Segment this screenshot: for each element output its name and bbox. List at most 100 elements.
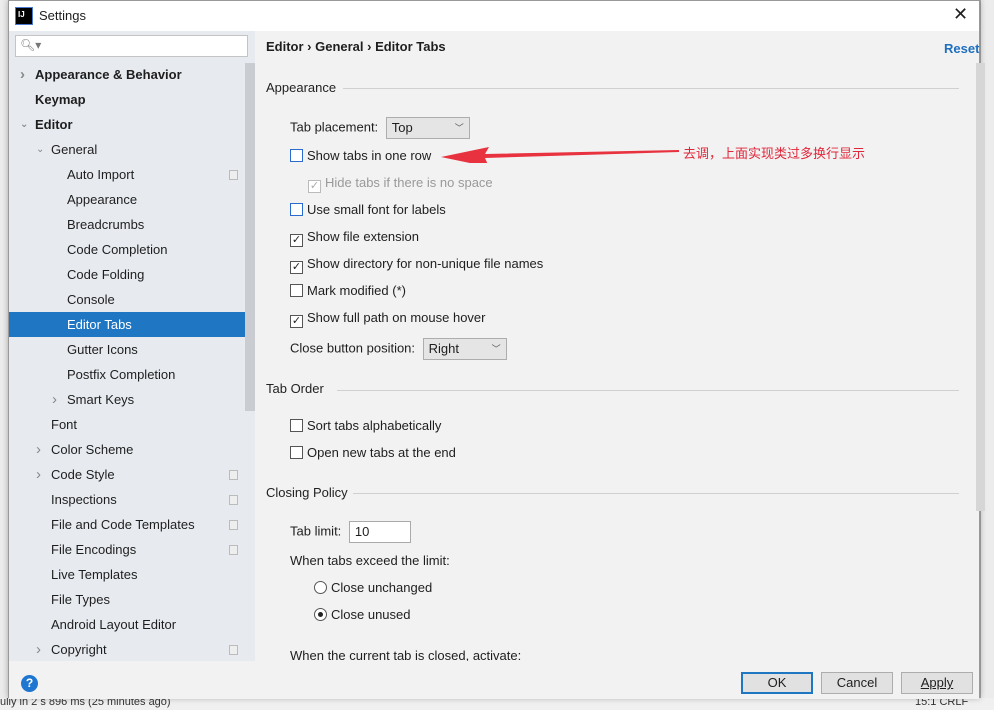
tab-limit-input[interactable]: 10 bbox=[348, 521, 411, 543]
checkbox-label: Show tabs in one row bbox=[307, 148, 432, 163]
chevron-right-icon[interactable]: › bbox=[20, 62, 25, 87]
sidebar-item[interactable]: Appearance bbox=[9, 187, 245, 212]
sidebar-item-label: General bbox=[51, 142, 98, 157]
checkbox-box[interactable] bbox=[290, 149, 303, 162]
sidebar-item[interactable]: Keymap bbox=[9, 87, 245, 112]
sidebar-item-label: Editor Tabs bbox=[67, 317, 132, 332]
checkbox-label: Open new tabs at the end bbox=[307, 445, 456, 460]
chevron-right-icon[interactable]: › bbox=[52, 387, 57, 412]
window-title: Settings bbox=[39, 8, 86, 23]
checkbox-box[interactable] bbox=[290, 284, 303, 297]
sidebar-item-label: Color Scheme bbox=[51, 442, 134, 457]
tab-placement-row: Tab placement: Top ﹀ bbox=[290, 117, 470, 139]
panel-scrollbar-thumb[interactable] bbox=[976, 63, 985, 511]
sidebar-item-label: File Encodings bbox=[51, 542, 137, 557]
sidebar-item[interactable]: Postfix Completion bbox=[9, 362, 245, 387]
exceed-limit-label: When tabs exceed the limit: bbox=[290, 553, 450, 568]
checkbox-label: Show full path on mouse hover bbox=[307, 310, 486, 325]
help-icon[interactable]: ? bbox=[21, 675, 38, 692]
sort-alphabetically-checkbox[interactable]: Sort tabs alphabetically bbox=[290, 416, 441, 436]
dialog-footer: ? OK Cancel Apply bbox=[9, 661, 979, 699]
close-button-position-value: Right bbox=[428, 341, 460, 356]
sidebar-item-label: Code Style bbox=[51, 467, 115, 482]
reset-link[interactable]: Reset bbox=[944, 41, 979, 56]
sidebar-item-label: Appearance & Behavior bbox=[35, 67, 182, 82]
checkbox-box[interactable]: ✓ bbox=[308, 180, 321, 193]
section-tab-order: Tab Order bbox=[266, 381, 324, 396]
sidebar-item-label: Appearance bbox=[67, 192, 138, 207]
show-tabs-one-row-checkbox[interactable]: Show tabs in one row bbox=[290, 146, 431, 166]
search-icon: 🔍︎▾ bbox=[20, 38, 42, 52]
close-icon[interactable]: ✕ bbox=[953, 4, 968, 25]
radio-button[interactable] bbox=[314, 608, 327, 621]
sidebar-item[interactable]: Auto Import bbox=[9, 162, 245, 187]
divider bbox=[337, 390, 959, 391]
sidebar-item[interactable]: Inspections bbox=[9, 487, 245, 512]
chevron-down-icon[interactable]: ⌄ bbox=[36, 137, 44, 162]
show-file-extension-checkbox[interactable]: ✓ Show file extension bbox=[290, 227, 419, 247]
checkbox-label: Hide tabs if there is no space bbox=[325, 175, 493, 190]
sidebar-item[interactable]: › Code Style bbox=[9, 462, 245, 487]
sidebar-item[interactable]: ⌄ Editor bbox=[9, 112, 245, 137]
mark-modified-checkbox[interactable]: Mark modified (*) bbox=[290, 281, 406, 301]
sidebar-item[interactable]: Breadcrumbs bbox=[9, 212, 245, 237]
sidebar-item[interactable]: File and Code Templates bbox=[9, 512, 245, 537]
divider bbox=[353, 493, 959, 494]
sidebar-item[interactable]: › Smart Keys bbox=[9, 387, 245, 412]
chevron-right-icon[interactable]: › bbox=[36, 437, 41, 462]
search-input[interactable]: 🔍︎▾ bbox=[15, 35, 248, 57]
close-unchanged-radio[interactable]: Close unchanged bbox=[314, 578, 432, 598]
open-at-end-checkbox[interactable]: Open new tabs at the end bbox=[290, 443, 456, 463]
sidebar-item-label: Code Folding bbox=[67, 267, 145, 282]
chevron-down-icon: ﹀ bbox=[491, 344, 501, 354]
sidebar-item[interactable]: ⌄ General bbox=[9, 137, 245, 162]
checkbox-box[interactable]: ✓ bbox=[290, 261, 303, 274]
checkbox-box[interactable]: ✓ bbox=[290, 315, 303, 328]
sidebar-item[interactable]: Code Folding bbox=[9, 262, 245, 287]
sidebar-item[interactable]: Console bbox=[9, 287, 245, 312]
sidebar-item[interactable]: Code Completion bbox=[9, 237, 245, 262]
chevron-down-icon[interactable]: ⌄ bbox=[20, 112, 28, 137]
ok-button[interactable]: OK bbox=[741, 672, 813, 694]
tab-placement-select[interactable]: Top ﹀ bbox=[385, 117, 470, 139]
checkbox-box[interactable]: ✓ bbox=[290, 234, 303, 247]
cancel-button[interactable]: Cancel bbox=[821, 672, 893, 694]
chevron-right-icon[interactable]: › bbox=[36, 637, 41, 662]
sidebar-item[interactable]: File Types bbox=[9, 587, 245, 612]
close-unused-radio[interactable]: Close unused bbox=[314, 605, 411, 625]
breadcrumb: Editor › General › Editor Tabs bbox=[266, 39, 446, 54]
sidebar-item[interactable]: Live Templates bbox=[9, 562, 245, 587]
sidebar-item[interactable]: › Color Scheme bbox=[9, 437, 245, 462]
apply-button[interactable]: Apply bbox=[901, 672, 973, 694]
sidebar-item[interactable]: Gutter Icons bbox=[9, 337, 245, 362]
sidebar-item[interactable]: Editor Tabs bbox=[9, 312, 245, 337]
sidebar-item-label: Keymap bbox=[35, 92, 86, 107]
sidebar-item[interactable]: › Appearance & Behavior bbox=[9, 62, 245, 87]
hide-tabs-no-space-checkbox[interactable]: ✓ Hide tabs if there is no space bbox=[308, 173, 493, 193]
settings-dialog: IJ Settings ✕ 🔍︎▾ › Appearance & Behavior… bbox=[8, 0, 985, 699]
sidebar-item[interactable]: › Copyright bbox=[9, 637, 245, 662]
checkbox-box[interactable] bbox=[290, 203, 303, 216]
title-bar: IJ Settings ✕ bbox=[9, 1, 979, 31]
sidebar-item[interactable]: Font bbox=[9, 412, 245, 437]
checkbox-box[interactable] bbox=[290, 446, 303, 459]
small-font-checkbox[interactable]: Use small font for labels bbox=[290, 200, 446, 220]
sidebar-scrollbar-thumb[interactable] bbox=[245, 63, 255, 411]
sidebar-item-label: Auto Import bbox=[67, 167, 135, 182]
show-full-path-checkbox[interactable]: ✓ Show full path on mouse hover bbox=[290, 308, 486, 328]
sidebar-item-label: Android Layout Editor bbox=[51, 617, 177, 632]
sidebar-item[interactable]: Android Layout Editor bbox=[9, 612, 245, 637]
close-button-position-select[interactable]: Right ﹀ bbox=[422, 338, 507, 360]
radio-label: Close unchanged bbox=[331, 580, 433, 595]
radio-button[interactable] bbox=[314, 581, 327, 594]
project-scope-icon bbox=[229, 170, 238, 180]
tab-placement-label: Tab placement: bbox=[290, 119, 379, 135]
show-directory-checkbox[interactable]: ✓ Show directory for non-unique file name… bbox=[290, 254, 543, 274]
checkbox-box[interactable] bbox=[290, 419, 303, 432]
sidebar-item-label: Copyright bbox=[51, 642, 107, 657]
chevron-right-icon[interactable]: › bbox=[36, 462, 41, 487]
tab-placement-value: Top bbox=[391, 120, 413, 135]
sidebar-item[interactable]: File Encodings bbox=[9, 537, 245, 562]
tab-limit-row: Tab limit: 10 bbox=[290, 521, 411, 543]
project-scope-icon bbox=[229, 520, 238, 530]
